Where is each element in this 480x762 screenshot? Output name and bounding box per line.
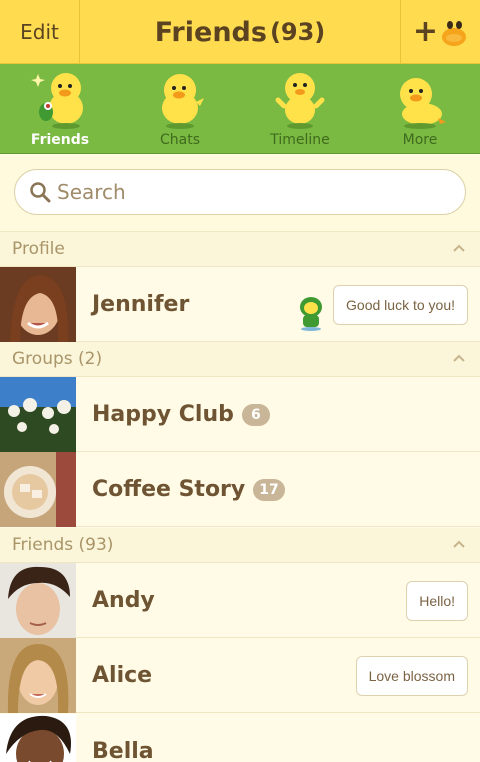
avatar	[0, 714, 76, 762]
section-header-groups[interactable]: Groups (2)	[0, 342, 480, 377]
more-duck-icon	[400, 78, 446, 129]
friend-row[interactable]: Alice Love blossom	[0, 638, 480, 713]
friend-row[interactable]: Bella	[0, 714, 480, 762]
chevron-up-icon[interactable]	[452, 351, 466, 365]
friends-duck-icon	[31, 73, 83, 129]
avatar	[0, 452, 76, 527]
tab-label: Chats	[159, 132, 200, 148]
page-title: Friends (93)	[80, 0, 400, 64]
group-name-text: Coffee Story	[92, 477, 246, 502]
chevron-up-icon[interactable]	[452, 241, 466, 255]
tab-label: Friends	[30, 132, 90, 148]
member-count-badge: 6	[241, 403, 270, 426]
avatar	[0, 267, 76, 342]
edit-button[interactable]: Edit	[0, 0, 80, 64]
search-placeholder: Search	[57, 180, 126, 204]
timeline-duck-icon	[275, 73, 325, 129]
section-header-friends[interactable]: Friends (93)	[0, 528, 480, 563]
friend-row[interactable]: Andy Hello!	[0, 563, 480, 638]
section-label: Groups (2)	[12, 349, 103, 369]
chevron-up-icon[interactable]	[452, 537, 466, 551]
group-row[interactable]: Coffee Story 17	[0, 452, 480, 527]
profile-row[interactable]: Jennifer Good luck to you!	[0, 267, 480, 342]
main-tab-bar: Friends Chats Timeline More	[0, 64, 480, 154]
tab-more[interactable]: More	[360, 64, 480, 154]
status-message[interactable]: Love blossom	[355, 656, 468, 696]
member-count-badge: 17	[253, 478, 285, 501]
section-header-profile[interactable]: Profile	[0, 232, 480, 267]
section-label: Profile	[12, 239, 65, 259]
tab-timeline[interactable]: Timeline	[240, 64, 360, 154]
friend-count: (93)	[269, 18, 326, 46]
page-title-text: Friends	[154, 16, 267, 48]
top-bar: Edit Friends (93) +	[0, 0, 480, 64]
profile-name: Jennifer	[92, 292, 190, 317]
plus-icon: +	[412, 14, 439, 49]
group-row[interactable]: Happy Club 6	[0, 377, 480, 452]
search-input[interactable]: Search	[14, 169, 466, 215]
avatar	[0, 563, 76, 638]
group-name: Coffee Story 17	[92, 452, 285, 527]
search-area: Search	[0, 154, 480, 232]
group-name: Happy Club 6	[92, 377, 270, 452]
add-friend-icon	[442, 21, 467, 46]
tab-friends[interactable]: Friends	[0, 64, 120, 154]
tab-label: Timeline	[270, 132, 330, 148]
avatar	[0, 377, 76, 452]
group-name-text: Happy Club	[92, 402, 234, 427]
friend-name: Alice	[92, 663, 153, 688]
section-label: Friends (93)	[12, 535, 114, 555]
tab-label: More	[402, 132, 438, 148]
status-message[interactable]: Hello!	[406, 581, 468, 621]
status-message[interactable]: Good luck to you!	[333, 285, 468, 325]
friend-name: Bella	[92, 739, 154, 762]
search-icon	[30, 182, 51, 203]
tab-chats[interactable]: Chats	[120, 64, 240, 154]
friend-name: Andy	[92, 588, 155, 613]
chats-duck-icon	[162, 74, 204, 129]
avatar	[0, 638, 76, 713]
add-friend-button[interactable]: +	[400, 0, 480, 64]
frog-sticker-icon	[300, 297, 322, 331]
